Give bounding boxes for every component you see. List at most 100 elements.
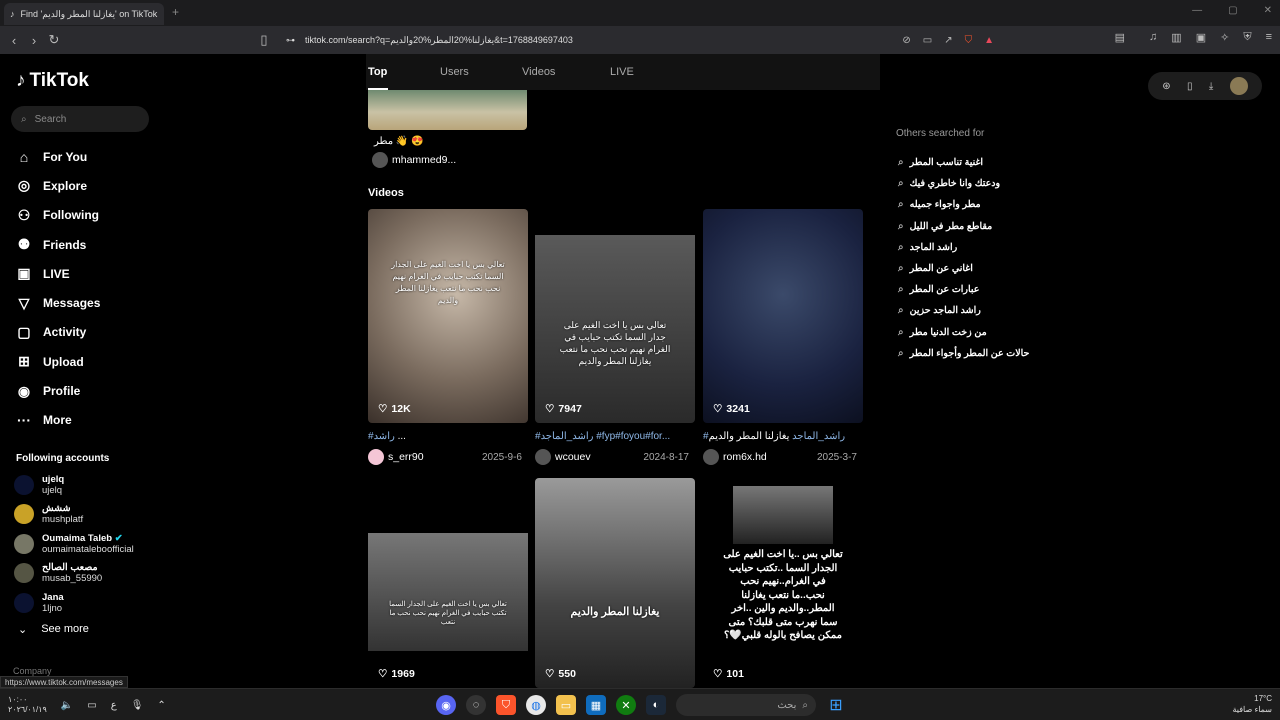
video-card[interactable]: ♡ 3241 #راشد_الماجد يغازلنا المطر والديم … <box>703 209 863 465</box>
hashtag[interactable]: #راشد_الماجد #fyp#foyou#for... <box>535 431 670 442</box>
discord-icon[interactable]: ◉ <box>436 695 456 715</box>
suggestion-item[interactable]: ⌕ من زخت الدنيا مطر <box>898 322 1029 343</box>
account-item[interactable]: Oumaima Taleb ✔ oumaimataleboofficial <box>14 529 134 559</box>
windows-start-icon[interactable]: ⊞ <box>826 695 846 715</box>
suggestion-item[interactable]: ⌕ مطر واجواء جميله <box>898 194 1029 215</box>
tab-live[interactable]: LIVE <box>610 66 634 78</box>
suggestion-item[interactable]: ⌕ مقاطع مطر في الليل <box>898 216 1029 237</box>
steam-icon[interactable]: ◐ <box>646 695 666 715</box>
download-icon[interactable]: ⤓ <box>1209 81 1213 92</box>
nav-activity[interactable]: ▢ Activity <box>15 318 100 347</box>
cast-icon[interactable]: ▭ <box>923 35 932 46</box>
nav-upload[interactable]: ⊞ Upload <box>15 347 100 376</box>
back-icon[interactable]: ‹ <box>4 33 24 48</box>
nav-for-you[interactable]: ⌂ For You <box>15 142 100 171</box>
suggestion-item[interactable]: ⌕ ودعتك وانا خاطري فيك <box>898 173 1029 194</box>
device-icon[interactable]: ▯ <box>1187 81 1193 92</box>
video-thumbnail[interactable]: تعالي بس يا اخت الغيم على جدار السما تكت… <box>535 209 695 423</box>
nav-explore[interactable]: ◎ Explore <box>15 171 100 200</box>
hashtag[interactable]: #راشد <box>368 431 395 442</box>
suggestion-item[interactable]: ⌕ راشد الماجد حزين <box>898 300 1029 321</box>
suggestion-item[interactable]: ⌕ راشد الماجد <box>898 237 1029 258</box>
media-icon[interactable]: ♫ <box>1149 31 1157 44</box>
microphone-icon[interactable]: 🎙 <box>131 700 144 711</box>
suggestion-item[interactable]: ⌕ حالات عن المطر وأجواء المطر <box>898 343 1029 364</box>
bookmark-icon[interactable]: ▯ <box>254 32 274 48</box>
reader-icon[interactable]: ▤ <box>1115 31 1125 44</box>
top-result-thumbnail[interactable] <box>368 90 527 130</box>
language-indicator[interactable]: ع <box>111 700 117 711</box>
url-bar-icons: ⊘ ▭ ↗ ⛉ ▲ <box>902 35 994 46</box>
taskbar-search[interactable]: بحث ⌕ <box>676 694 816 716</box>
video-thumbnail[interactable]: تعالي بس ..يا اخت الغيم على الجدار السما… <box>703 478 863 688</box>
suggestion-item[interactable]: ⌕ عبارات عن المطر <box>898 279 1029 300</box>
search-input[interactable]: ⌕ Search <box>11 106 149 132</box>
new-tab-button[interactable]: + <box>172 5 179 19</box>
account-item[interactable]: ششش mushplatf <box>14 500 134 530</box>
avatar[interactable] <box>1229 77 1248 95</box>
video-thumbnail[interactable]: تعالي بس يا اخت الغيم على الجدار السما ت… <box>368 209 528 423</box>
maximize-icon[interactable]: ▢ <box>1228 5 1237 16</box>
close-window-icon[interactable]: ✕ <box>1264 5 1272 16</box>
chrome-icon[interactable]: ◍ <box>526 695 546 715</box>
reload-icon[interactable]: ↻ <box>44 32 64 48</box>
video-card[interactable]: تعالي بس يا اخت الغيم على الجدار السما ت… <box>368 209 528 465</box>
username[interactable]: s_err90 <box>388 451 424 463</box>
xbox-icon[interactable]: ✕ <box>616 695 636 715</box>
minimize-icon[interactable]: — <box>1192 5 1202 16</box>
chevron-up-icon[interactable]: ⌃ <box>157 700 165 711</box>
file-explorer-icon[interactable]: ▭ <box>556 695 576 715</box>
suggestion-item[interactable]: ⌕ اغنية تناسب المطر <box>898 152 1029 173</box>
top-result-user[interactable]: mhammed9... <box>372 152 456 168</box>
url-bar[interactable]: ⊶ tiktok.com/search?q=يغازلنا%20المطر%20… <box>278 30 1002 50</box>
tiktok-logo[interactable]: ♪ TikTok <box>16 70 89 92</box>
translate-icon[interactable]: ⊘ <box>902 35 910 46</box>
share-icon[interactable]: ↗ <box>944 35 952 46</box>
wallet-icon[interactable]: ▣ <box>1196 31 1206 44</box>
tab-top[interactable]: Top <box>368 66 387 78</box>
app-icon[interactable]: ◌ <box>466 695 486 715</box>
nav-more[interactable]: ··· More <box>15 406 100 435</box>
tab-videos[interactable]: Videos <box>522 66 555 78</box>
video-thumbnail[interactable]: ♡ 3241 <box>703 209 863 423</box>
brave-icon[interactable]: ⛉ <box>496 695 516 715</box>
username[interactable]: wcouev <box>555 451 591 463</box>
network-icon[interactable]: ▭ <box>87 700 96 711</box>
close-tab-icon[interactable]: × <box>163 8 164 20</box>
clock[interactable]: ١٠:٠٠ ٢٠٢٦/٠١/١٩ <box>8 695 47 715</box>
site-info-icon[interactable]: ⊶ <box>286 35 295 46</box>
nav-profile[interactable]: ◉ Profile <box>15 376 100 405</box>
account-item[interactable]: مصعب الصالح musab_55990 <box>14 559 134 589</box>
see-more-button[interactable]: ⌄ See more <box>18 623 89 636</box>
nav-friends[interactable]: ⚉ Friends <box>15 230 100 259</box>
video-card[interactable]: تعالي بس ..يا اخت الغيم على الجدار السما… <box>703 478 863 688</box>
store-icon[interactable]: ▦ <box>586 695 606 715</box>
video-card[interactable]: تعالي بس يا اخت الغيم على الجدار السما ت… <box>368 478 528 688</box>
account-item[interactable]: ujelq ujelq <box>14 470 134 500</box>
vpn-icon[interactable]: ⛨ <box>1243 31 1251 44</box>
nav-following[interactable]: ⚇ Following <box>15 201 100 230</box>
company-link[interactable]: Company <box>13 666 52 676</box>
username[interactable]: rom6x.hd <box>723 451 767 463</box>
video-card[interactable]: تعالي بس يا اخت الغيم على جدار السما تكت… <box>535 209 695 465</box>
volume-icon[interactable]: 🔈 <box>61 700 73 711</box>
account-item[interactable]: Jana 1ljno <box>14 588 134 618</box>
suggestion-item[interactable]: ⌕ اغاني عن المطر <box>898 258 1029 279</box>
leo-icon[interactable]: ✧ <box>1220 31 1229 44</box>
tab-users[interactable]: Users <box>440 66 469 78</box>
brave-shield-icon[interactable]: ⛉ <box>965 35 973 46</box>
browser-tab[interactable]: ♪ Find 'يغازلنا المطر والديم' on TikTok … <box>4 3 164 25</box>
video-thumbnail[interactable]: يغازلنا المطر والديم ♡ 550 <box>535 478 695 688</box>
video-thumbnail[interactable]: تعالي بس يا اخت الغيم على الجدار السما ت… <box>368 478 528 688</box>
menu-icon[interactable]: ≡ <box>1266 31 1272 44</box>
coin-icon[interactable]: ⊛ <box>1162 81 1170 92</box>
rewards-icon[interactable]: ▲ <box>984 35 994 46</box>
clock-date: ٢٠٢٦/٠١/١٩ <box>8 705 47 714</box>
nav-messages[interactable]: ▽ Messages <box>15 288 101 317</box>
forward-icon[interactable]: › <box>24 33 44 48</box>
video-card[interactable]: يغازلنا المطر والديم ♡ 550 <box>535 478 695 688</box>
nav-live[interactable]: ▣ LIVE <box>15 259 100 288</box>
weather-widget[interactable]: 17°C سماء صافية <box>1232 693 1272 715</box>
sidebar-toggle-icon[interactable]: ▥ <box>1171 31 1181 44</box>
video-overlay-text: تعالي بس يا اخت الغيم على الجدار السما ت… <box>389 601 507 626</box>
